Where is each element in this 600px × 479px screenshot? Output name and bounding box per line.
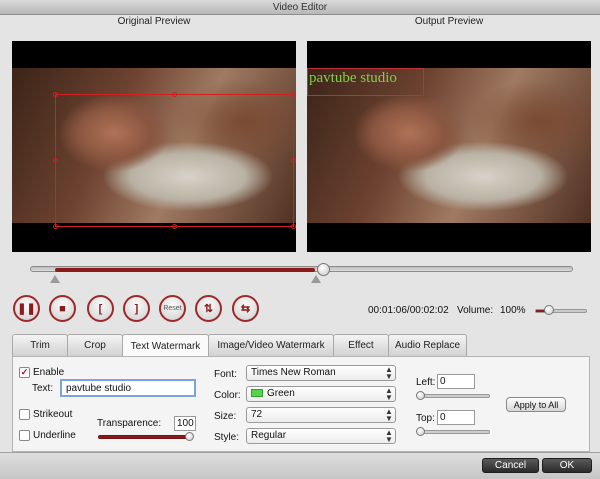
reset-label: Reset: [163, 305, 182, 312]
select-arrows-icon: ▲ ▼: [385, 386, 393, 402]
flip-vertical-icon: ⇅: [203, 303, 214, 315]
left-input[interactable]: 0: [437, 374, 475, 389]
mark-out-button[interactable]: ]: [123, 295, 150, 322]
enable-label: Enable: [33, 367, 65, 378]
style-label: Style:: [214, 432, 240, 443]
bracket-right-icon: ]: [134, 302, 139, 315]
left-slider-thumb[interactable]: [416, 391, 425, 400]
tab-audio-replace[interactable]: Audio Replace: [388, 334, 467, 356]
resize-handle-top-right[interactable]: [291, 92, 296, 97]
trim-end-marker-icon[interactable]: [311, 275, 321, 283]
reset-button[interactable]: Reset: [159, 295, 186, 322]
transparence-label: Transparence:: [97, 418, 162, 429]
resize-handle-bottom[interactable]: [172, 224, 177, 229]
left-slider[interactable]: [417, 394, 490, 398]
resize-handle-bottom-right[interactable]: [291, 224, 296, 229]
trim-start-marker-icon[interactable]: [50, 275, 60, 283]
left-label: Left:: [416, 377, 436, 388]
window-title-bar: Video Editor: [0, 0, 600, 15]
ok-button[interactable]: OK: [542, 458, 592, 473]
tab-crop[interactable]: Crop: [67, 334, 123, 356]
top-slider[interactable]: [417, 430, 490, 434]
bracket-left-icon: [: [98, 302, 103, 315]
font-label: Font:: [214, 369, 237, 380]
top-slider-thumb[interactable]: [416, 427, 425, 436]
select-arrows-icon: ▲ ▼: [385, 365, 393, 381]
output-preview-label: Output Preview: [414, 16, 484, 27]
watermark-region-box[interactable]: [55, 94, 294, 227]
stop-button[interactable]: ■: [49, 295, 76, 322]
tab-trim[interactable]: Trim: [12, 334, 68, 356]
enable-checkbox[interactable]: ✓: [19, 367, 30, 378]
pause-button[interactable]: ❚❚: [13, 295, 40, 322]
original-preview-label: Original Preview: [117, 16, 191, 27]
timecode-readout: 00:01:06/00:02:02: [368, 305, 449, 316]
size-select[interactable]: 72 ▲ ▼: [246, 407, 396, 423]
editor-tabs: Trim Crop Text Watermark Image/Video Wat…: [12, 334, 467, 357]
pause-icon: ❚❚: [17, 303, 36, 315]
stop-icon: ■: [59, 302, 66, 315]
resize-handle-top[interactable]: [172, 92, 177, 97]
tab-text-watermark[interactable]: Text Watermark: [122, 334, 209, 357]
select-arrows-icon: ▲ ▼: [385, 407, 393, 423]
timeline-progress: [55, 268, 315, 272]
transparence-slider[interactable]: [98, 435, 192, 439]
top-input[interactable]: 0: [437, 410, 475, 425]
volume-slider-thumb[interactable]: [544, 305, 554, 315]
underline-checkbox[interactable]: [19, 430, 30, 441]
apply-to-all-button[interactable]: Apply to All: [506, 397, 566, 412]
checkmark-icon: ✓: [20, 367, 29, 377]
flip-horizontal-button[interactable]: ⇆: [232, 295, 259, 322]
select-arrows-icon: ▲ ▼: [385, 428, 393, 444]
original-preview[interactable]: [12, 41, 296, 252]
color-select[interactable]: Green ▲ ▼: [246, 386, 396, 402]
resize-handle-bottom-left[interactable]: [53, 224, 58, 229]
strikeout-checkbox[interactable]: [19, 409, 30, 420]
color-label: Color:: [214, 390, 241, 401]
volume-value: 100%: [500, 305, 526, 316]
top-label: Top:: [416, 413, 435, 424]
volume-label: Volume:: [457, 305, 494, 316]
mark-in-button[interactable]: [: [87, 295, 114, 322]
strikeout-label: Strikeout: [33, 409, 73, 420]
resize-handle-left[interactable]: [53, 158, 58, 163]
size-label: Size:: [214, 411, 237, 422]
style-select[interactable]: Regular ▲ ▼: [246, 428, 396, 444]
transparence-input[interactable]: 100: [174, 416, 196, 431]
window-title: Video Editor: [272, 2, 328, 13]
timeline-playhead[interactable]: [317, 263, 330, 276]
font-select[interactable]: Times New Roman ▲ ▼: [246, 365, 396, 381]
watermark-text-input[interactable]: pavtube studio: [60, 379, 196, 397]
flip-vertical-button[interactable]: ⇅: [195, 295, 222, 322]
tab-image-video-watermark[interactable]: Image/Video Watermark: [208, 334, 334, 356]
flip-horizontal-icon: ⇆: [240, 303, 251, 315]
output-preview: pavtube studio: [307, 41, 591, 252]
resize-handle-top-left[interactable]: [53, 92, 58, 97]
underline-label: Underline: [33, 430, 76, 441]
tab-effect[interactable]: Effect: [333, 334, 389, 356]
watermark-text-overlay: pavtube studio: [309, 70, 397, 86]
cancel-button[interactable]: Cancel: [482, 458, 539, 473]
transparence-slider-thumb[interactable]: [185, 432, 194, 441]
resize-handle-right[interactable]: [291, 158, 296, 163]
text-label: Text:: [32, 383, 54, 394]
color-swatch: [251, 389, 263, 398]
